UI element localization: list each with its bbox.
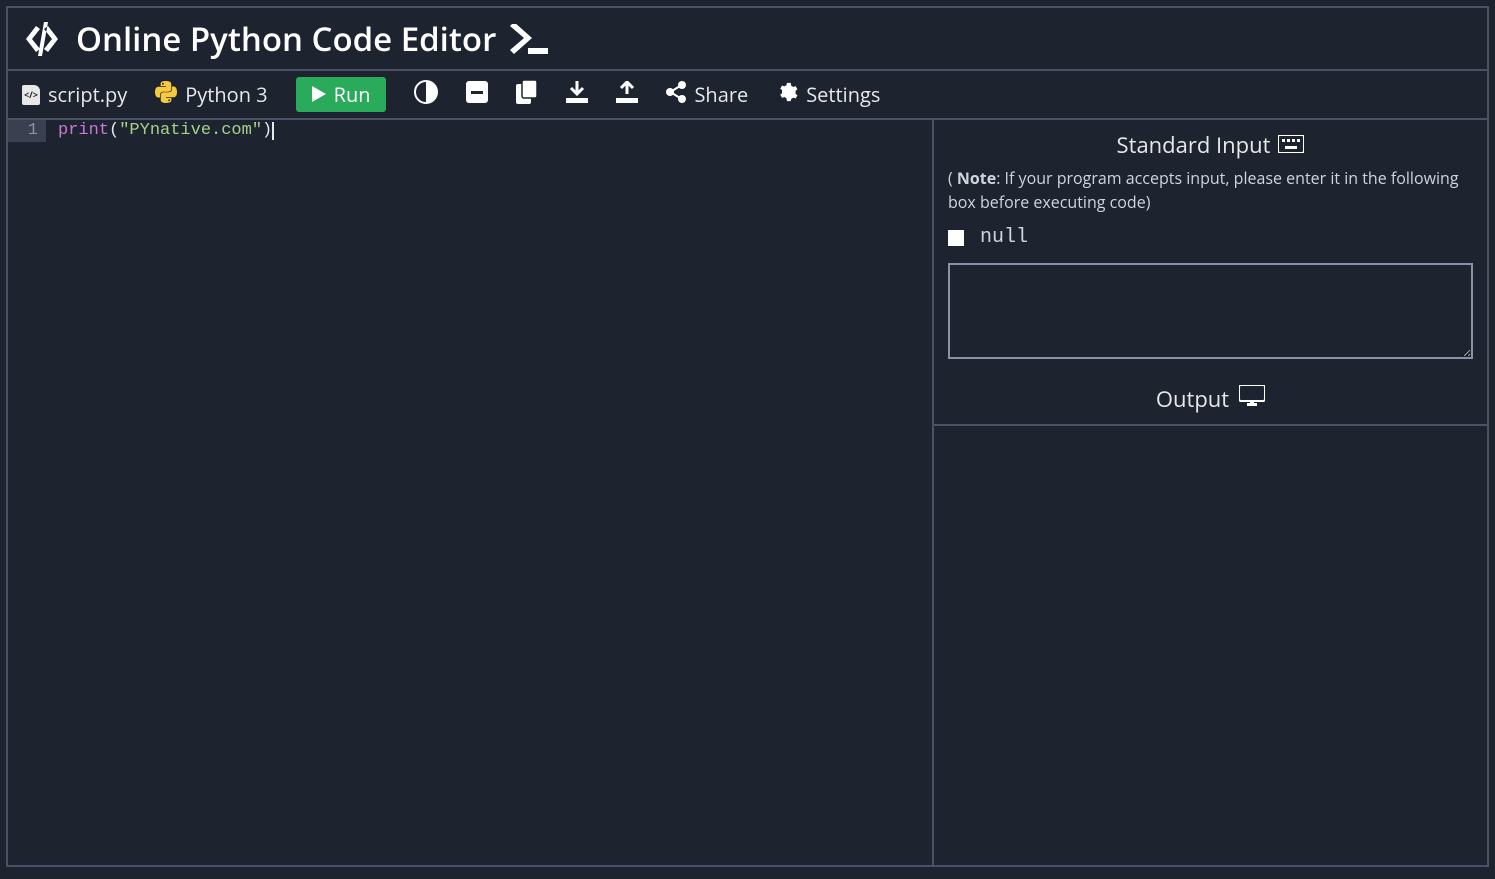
language-label: Python 3 [185, 81, 267, 108]
stdin-title: Standard Input [948, 130, 1473, 160]
output-area [934, 424, 1487, 865]
code-editor[interactable]: 1 print("PYnative.com") [8, 120, 932, 865]
copy-button[interactable] [516, 80, 538, 109]
stdin-section: Standard Input ( Note: If your program a… [934, 120, 1487, 378]
settings-label: Settings [806, 81, 880, 108]
minimize-icon [466, 81, 488, 108]
page-title: Online Python Code Editor [76, 16, 496, 61]
editor-cursor [272, 122, 274, 140]
output-title: Output [934, 378, 1487, 424]
share-icon [666, 81, 686, 109]
keyboard-icon [1278, 130, 1304, 160]
terminal-icon [510, 24, 548, 54]
copy-icon [516, 80, 538, 109]
stdin-textarea[interactable] [948, 263, 1473, 359]
gear-icon [776, 81, 798, 109]
minimize-button[interactable] [466, 81, 488, 108]
file-indicator[interactable]: script.py [22, 81, 127, 108]
code-icon [22, 22, 62, 56]
token-string: "PYnative.com" [119, 121, 262, 140]
play-icon [312, 81, 326, 108]
download-button[interactable] [566, 81, 588, 108]
app-frame: Online Python Code Editor script.py Pyth… [6, 6, 1489, 867]
settings-button[interactable]: Settings [776, 81, 880, 109]
share-label: Share [694, 81, 748, 108]
run-button[interactable]: Run [296, 77, 387, 112]
stdin-note: ( Note: If your program accepts input, p… [948, 166, 1473, 214]
note-prefix: ( [948, 167, 957, 189]
header: Online Python Code Editor [8, 8, 1487, 71]
token-function: print [58, 121, 109, 140]
code-area[interactable]: print("PYnative.com") [58, 120, 932, 865]
share-button[interactable]: Share [666, 81, 748, 109]
main-area: 1 print("PYnative.com") Standard Input (… [8, 120, 1487, 865]
null-checkbox-row[interactable]: null [948, 226, 1473, 249]
right-panel: Standard Input ( Note: If your program a… [932, 120, 1487, 865]
line-number: 1 [8, 120, 46, 142]
token-paren-close: ) [262, 121, 272, 140]
token-paren-open: ( [109, 121, 119, 140]
null-label: null [980, 226, 1028, 249]
note-bold: Note [957, 167, 996, 189]
python-icon [155, 81, 177, 109]
download-icon [566, 81, 588, 108]
note-rest: : If your program accepts input, please … [948, 167, 1459, 213]
theme-toggle-button[interactable] [414, 80, 438, 109]
null-checkbox[interactable] [948, 230, 964, 246]
language-selector[interactable]: Python 3 [155, 81, 267, 109]
run-label: Run [334, 81, 371, 108]
file-name: script.py [48, 81, 127, 108]
upload-button[interactable] [616, 81, 638, 108]
upload-icon [616, 81, 638, 108]
stdin-title-text: Standard Input [1117, 130, 1271, 160]
monitor-icon [1239, 384, 1265, 414]
output-title-text: Output [1156, 384, 1229, 414]
file-code-icon [22, 85, 40, 105]
code-line: print("PYnative.com") [58, 120, 932, 142]
contrast-icon [414, 80, 438, 109]
toolbar: script.py Python 3 Run [8, 71, 1487, 120]
editor-gutter: 1 [8, 120, 58, 865]
